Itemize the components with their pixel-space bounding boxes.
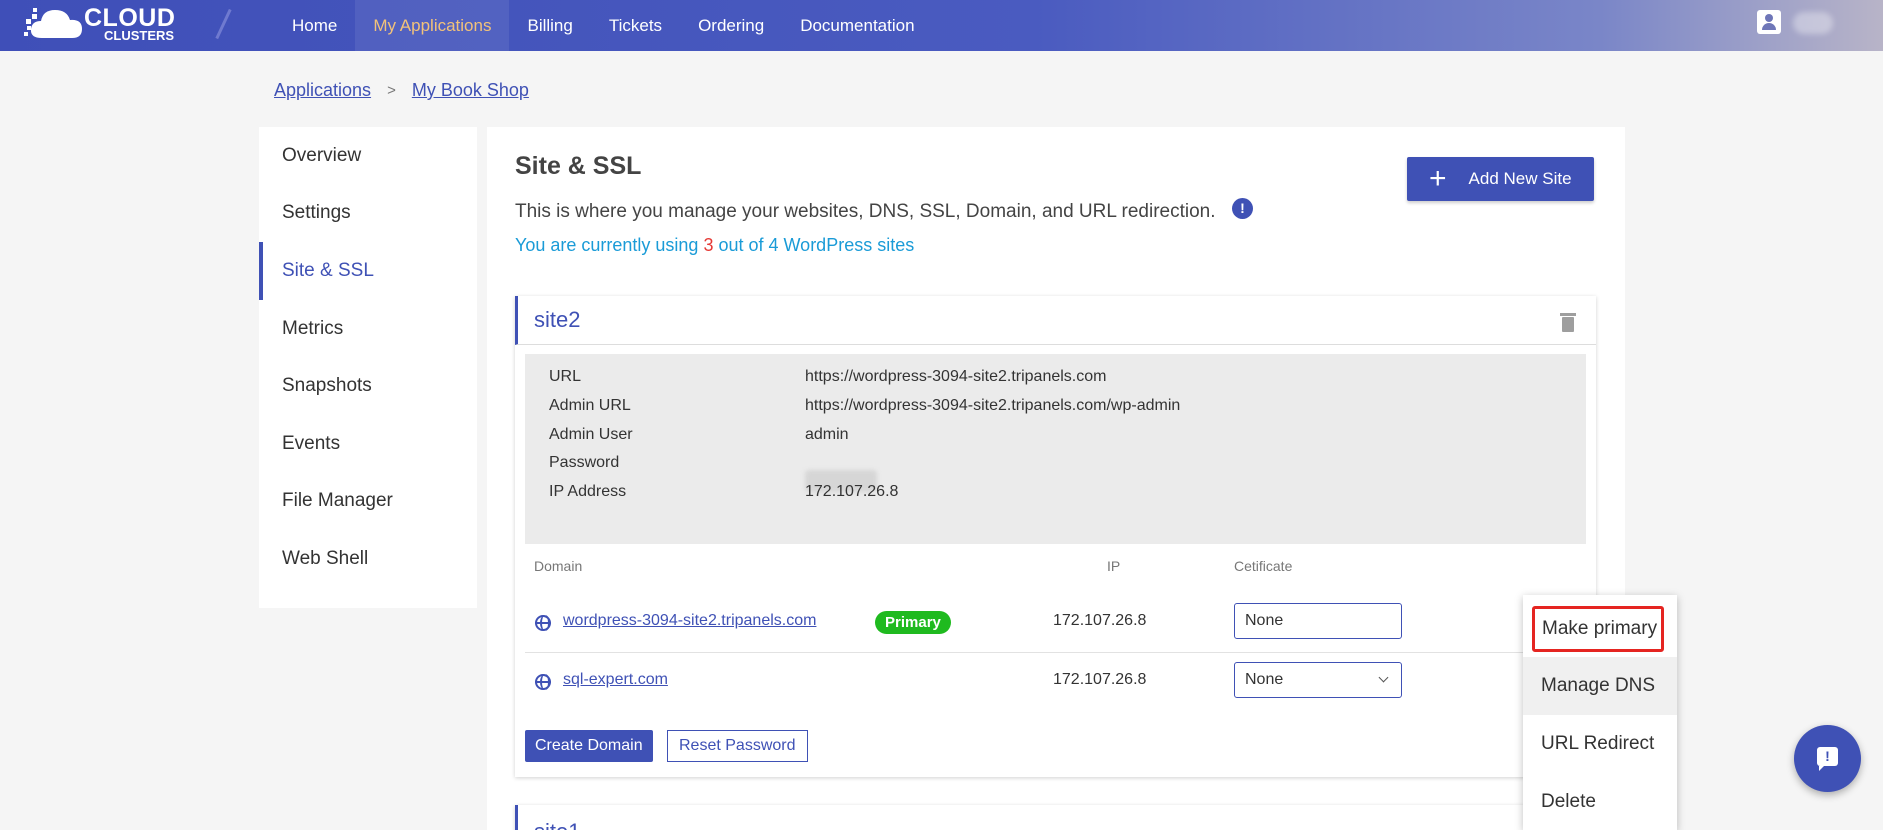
app-sidebar: Overview Settings Site & SSL Metrics Sna… [259, 127, 477, 608]
domain-link[interactable]: sql-expert.com [563, 671, 668, 689]
info-icon[interactable]: ! [1232, 198, 1253, 219]
domain-link[interactable]: wordpress-3094-site2.tripanels.com [563, 612, 816, 630]
sidebar-item-metrics[interactable]: Metrics [259, 300, 477, 358]
usage-count: 3 [703, 235, 714, 255]
make-primary-label: Make primary [1532, 606, 1664, 652]
detail-value-url: https://wordpress-3094-site2.tripanels.c… [805, 368, 1107, 385]
breadcrumb-separator: > [387, 82, 396, 99]
next-site-name: site1 [534, 819, 580, 830]
site-name: site2 [534, 307, 581, 332]
sidebar-item-web-shell[interactable]: Web Shell [259, 530, 477, 588]
domain-ip: 172.107.26.8 [1053, 612, 1147, 629]
user-account-icon[interactable] [1757, 10, 1781, 34]
nav-documentation[interactable]: Documentation [782, 0, 932, 51]
globe-icon [535, 674, 551, 690]
nav-tickets[interactable]: Tickets [591, 0, 680, 51]
globe-icon [535, 615, 551, 631]
column-header-domain: Domain [534, 558, 583, 574]
site-card: site2 URL https://wordpress-3094-site2.t… [515, 296, 1596, 777]
domain-context-menu: Make primary Manage DNS URL Redirect Del… [1523, 595, 1677, 830]
reset-password-button[interactable]: Reset Password [667, 730, 808, 762]
logo-text-clusters: CLUSTERS [104, 28, 175, 43]
certificate-select[interactable]: None [1234, 603, 1402, 639]
breadcrumb: Applications > My Book Shop [274, 80, 529, 101]
sidebar-item-settings[interactable]: Settings [259, 185, 477, 243]
plus-icon: + [1429, 162, 1447, 195]
primary-badge: Primary [875, 611, 951, 634]
breadcrumb-my-book-shop[interactable]: My Book Shop [412, 80, 529, 101]
create-domain-button[interactable]: Create Domain [525, 730, 653, 762]
add-new-site-label: Add New Site [1468, 169, 1572, 188]
certificate-value: None [1245, 671, 1284, 688]
breadcrumb-applications[interactable]: Applications [274, 80, 371, 101]
chat-icon: ! [1817, 747, 1838, 771]
nav-home[interactable]: Home [274, 0, 355, 51]
domain-row: wordpress-3094-site2.tripanels.com Prima… [525, 594, 1586, 653]
domain-row: sql-expert.com 172.107.26.8 None [525, 653, 1586, 712]
menu-item-delete[interactable]: Delete [1523, 773, 1677, 830]
menu-item-url-redirect[interactable]: URL Redirect [1523, 715, 1677, 773]
column-header-ip: IP [1107, 558, 1121, 574]
cloud-logo-icon [24, 4, 94, 44]
top-nav-bar: CLOUD CLUSTERS Home My Applications Bill… [0, 0, 1883, 51]
page-title: Site & SSL [515, 152, 642, 180]
usage-prefix: You are currently using [515, 235, 704, 255]
certificate-value: None [1245, 612, 1284, 629]
sidebar-item-snapshots[interactable]: Snapshots [259, 357, 477, 415]
detail-label-password: Password [549, 454, 620, 471]
chat-button[interactable]: ! [1794, 725, 1861, 792]
detail-label-ip: IP Address [549, 483, 627, 500]
page-description: This is where you manage your websites, … [515, 201, 1216, 222]
logo-divider [215, 8, 232, 40]
domain-ip: 172.107.26.8 [1053, 671, 1147, 688]
nav-billing[interactable]: Billing [509, 0, 590, 51]
menu-item-make-primary[interactable]: Make primary [1523, 595, 1677, 653]
detail-value-admin-user: admin [805, 426, 849, 443]
trash-icon[interactable] [1560, 313, 1576, 332]
nav-my-applications[interactable]: My Applications [355, 0, 510, 51]
sidebar-item-file-manager[interactable]: File Manager [259, 473, 477, 531]
user-name-blurred[interactable] [1793, 12, 1833, 34]
detail-value-ip: 172.107.26.8 [805, 483, 899, 500]
main-nav: Home My Applications Billing Tickets Ord… [274, 0, 933, 51]
site-card-header: site2 [515, 296, 1596, 345]
certificate-select[interactable]: None [1234, 662, 1402, 698]
sidebar-item-site-ssl[interactable]: Site & SSL [259, 242, 477, 300]
usage-text: You are currently using 3 out of 4 WordP… [515, 235, 914, 256]
cloud-clusters-logo[interactable]: CLOUD CLUSTERS [24, 4, 175, 44]
site-details: URL https://wordpress-3094-site2.tripane… [525, 354, 1586, 544]
detail-label-url: URL [549, 368, 582, 385]
detail-label-admin-user: Admin User [549, 426, 633, 443]
detail-label-admin-url: Admin URL [549, 397, 631, 414]
menu-item-manage-dns[interactable]: Manage DNS [1523, 657, 1677, 715]
next-site-card: site1 [515, 805, 1596, 830]
usage-suffix: out of 4 WordPress sites [713, 235, 915, 255]
sidebar-item-events[interactable]: Events [259, 415, 477, 473]
column-header-certificate: Cetificate [1234, 558, 1293, 574]
nav-ordering[interactable]: Ordering [680, 0, 782, 51]
sidebar-item-overview[interactable]: Overview [259, 127, 477, 185]
add-new-site-button[interactable]: + Add New Site [1407, 157, 1594, 201]
detail-value-admin-url: https://wordpress-3094-site2.tripanels.c… [805, 397, 1181, 414]
chevron-down-icon [1378, 672, 1389, 683]
main-panel: Site & SSL This is where you manage your… [487, 127, 1625, 830]
